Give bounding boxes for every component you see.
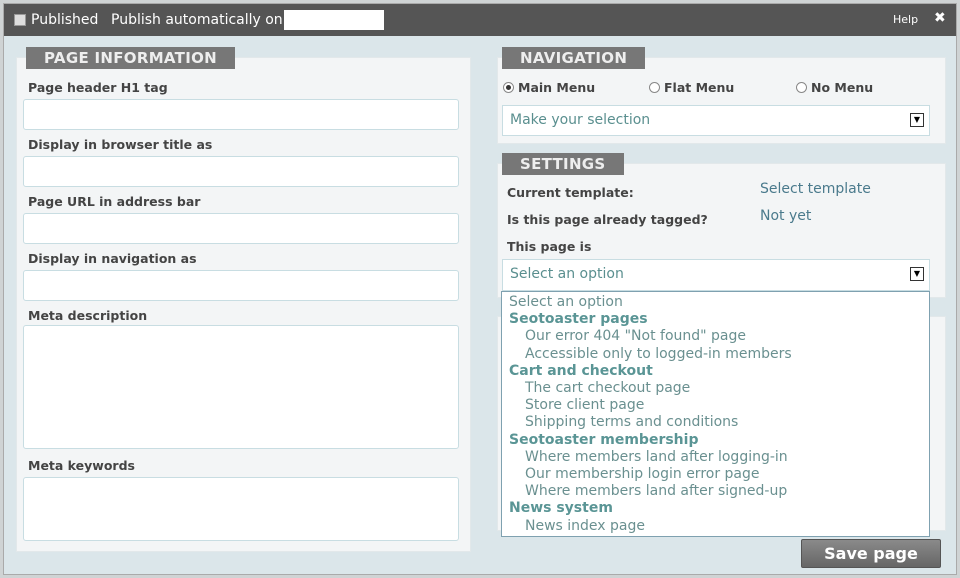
browser-title-input[interactable] xyxy=(23,156,459,187)
published-checkbox[interactable] xyxy=(14,14,26,26)
chevron-down-icon: ▼ xyxy=(910,267,924,281)
publish-auto-label: Publish automatically on: xyxy=(111,12,288,28)
browser-title-label: Display in browser title as xyxy=(28,137,213,152)
settings-title: SETTINGS xyxy=(502,153,624,175)
page-is-label: This page is xyxy=(507,239,592,254)
radio-flat-menu[interactable]: Flat Menu xyxy=(649,80,734,95)
select-template-link[interactable]: Select template xyxy=(760,181,871,197)
dropdown-option[interactable]: Our membership login error page xyxy=(502,466,929,483)
dropdown-group-label: Seotoaster membership xyxy=(509,431,699,448)
page-information-title: PAGE INFORMATION xyxy=(26,47,235,69)
meta-keywords-label: Meta keywords xyxy=(28,458,135,473)
dropdown-option[interactable]: Store client page xyxy=(502,397,929,414)
dropdown-group-label: News system xyxy=(509,500,613,517)
tagged-label: Is this page already tagged? xyxy=(507,212,708,227)
meta-keywords-textarea[interactable] xyxy=(23,477,459,541)
top-bar: Published Publish automatically on: Help… xyxy=(4,4,956,36)
dropdown-option[interactable]: Select an option xyxy=(502,294,929,311)
save-page-button[interactable]: Save page xyxy=(801,539,941,568)
dropdown-option[interactable]: Accessible only to logged-in members xyxy=(502,346,929,363)
dropdown-group-label: Cart and checkout xyxy=(509,362,653,379)
chevron-down-icon: ▼ xyxy=(910,113,924,127)
dropdown-option[interactable]: Where members land after logging-in xyxy=(502,449,929,466)
published-label: Published xyxy=(31,12,99,28)
close-icon[interactable]: ✖ xyxy=(934,10,946,26)
navigation-title: NAVIGATION xyxy=(502,47,646,69)
url-input[interactable] xyxy=(23,213,459,244)
page-type-dropdown-list: Select an option Seotoaster pages Our erro… xyxy=(501,291,930,537)
meta-description-textarea[interactable] xyxy=(23,325,459,449)
template-label: Current template: xyxy=(507,185,634,200)
help-link[interactable]: Help xyxy=(893,13,918,26)
meta-description-label: Meta description xyxy=(28,308,148,323)
h1-label: Page header H1 tag xyxy=(28,80,168,95)
page-type-select[interactable]: Select an option ▼ xyxy=(502,259,930,291)
page-settings-dialog: Published Publish automatically on: Help… xyxy=(3,3,957,575)
h1-input[interactable] xyxy=(23,99,459,130)
url-label: Page URL in address bar xyxy=(28,194,201,209)
publish-date-input[interactable] xyxy=(284,10,384,30)
dropdown-option[interactable]: Shipping terms and conditions xyxy=(502,414,929,431)
navigation-select[interactable]: Make your selection ▼ xyxy=(502,105,930,136)
dropdown-group-label: Seotoaster pages xyxy=(509,311,648,328)
radio-no-menu[interactable]: No Menu xyxy=(796,80,873,95)
radio-main-menu[interactable]: Main Menu xyxy=(503,80,595,95)
tagged-link[interactable]: Not yet xyxy=(760,208,811,224)
dropdown-option[interactable]: Where members land after signed-up xyxy=(502,483,929,500)
dropdown-option[interactable]: The cart checkout page xyxy=(502,380,929,397)
dropdown-option[interactable]: Our error 404 "Not found" page xyxy=(502,328,929,345)
dropdown-option[interactable]: News index page xyxy=(502,518,929,535)
nav-name-label: Display in navigation as xyxy=(28,251,197,266)
nav-name-input[interactable] xyxy=(23,270,459,301)
